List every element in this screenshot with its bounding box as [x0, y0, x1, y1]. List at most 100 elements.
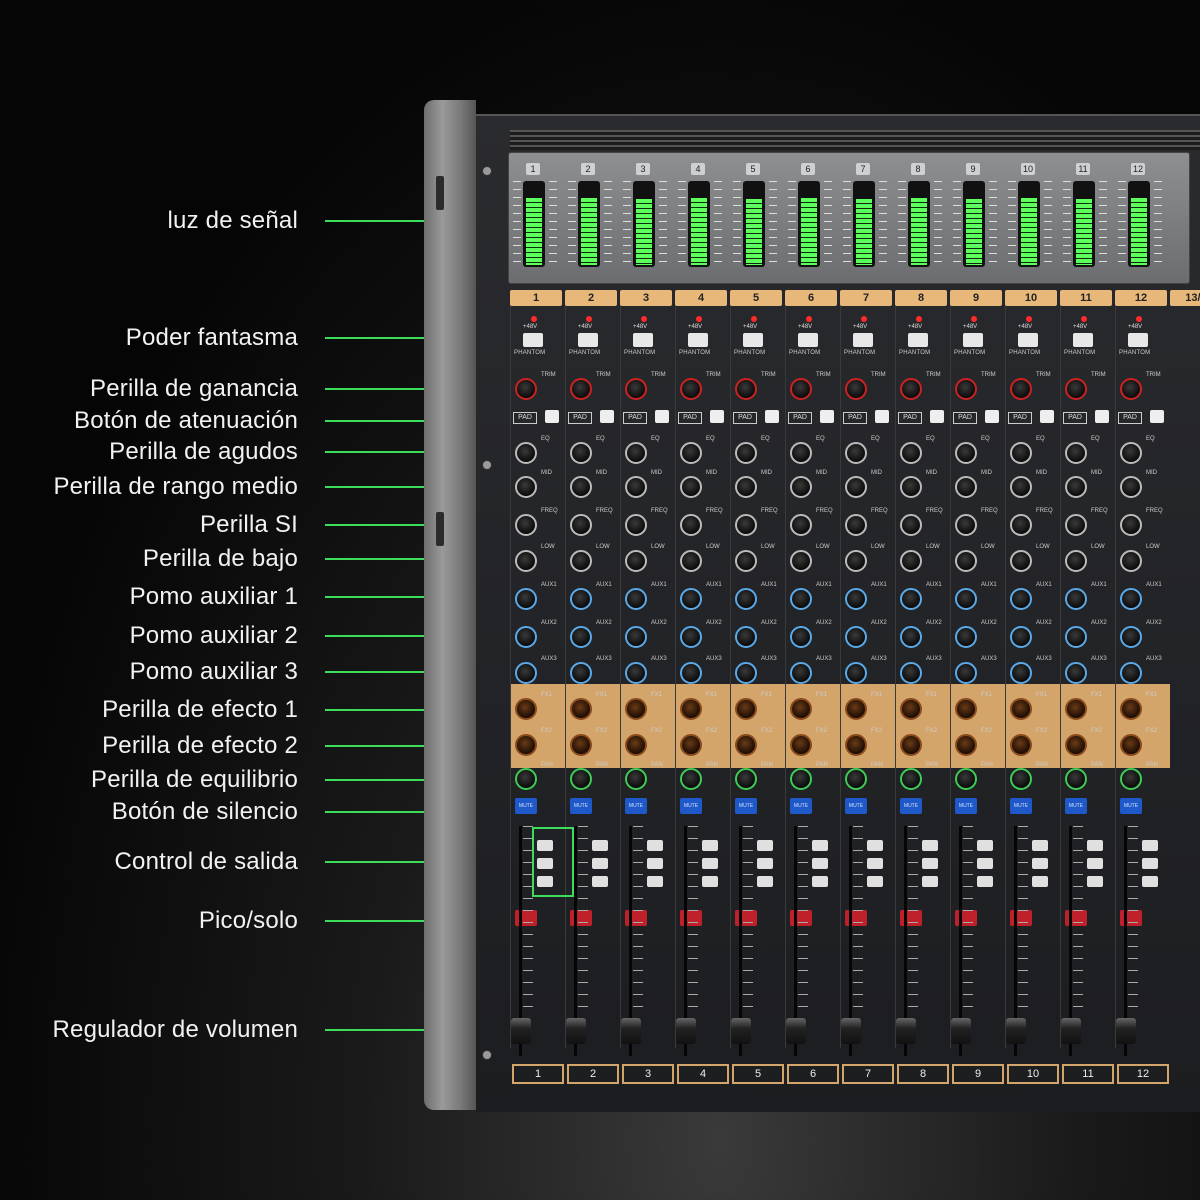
aux2-knob[interactable]	[680, 626, 702, 648]
pad-button[interactable]: PAD	[513, 412, 537, 424]
aux3-knob[interactable]	[900, 662, 922, 684]
pad-button[interactable]: PAD	[843, 412, 867, 424]
pan-knob[interactable]	[955, 768, 977, 790]
bass-knob[interactable]	[570, 550, 592, 572]
output-route-button[interactable]	[922, 858, 938, 869]
aux1-knob[interactable]	[735, 588, 757, 610]
bass-knob[interactable]	[680, 550, 702, 572]
bass-knob[interactable]	[900, 550, 922, 572]
volume-fader[interactable]	[1061, 1018, 1081, 1044]
fx1-knob[interactable]	[900, 698, 922, 720]
output-route-button[interactable]	[647, 876, 663, 887]
aux1-knob[interactable]	[570, 588, 592, 610]
gain-knob[interactable]	[735, 378, 757, 400]
aux2-knob[interactable]	[790, 626, 812, 648]
pad-switch[interactable]	[655, 410, 669, 423]
mute-button[interactable]: MUTE	[1120, 798, 1142, 814]
output-route-button[interactable]	[1142, 876, 1158, 887]
fx1-knob[interactable]	[790, 698, 812, 720]
freq-knob[interactable]	[515, 514, 537, 536]
pan-knob[interactable]	[845, 768, 867, 790]
bass-knob[interactable]	[1120, 550, 1142, 572]
aux3-knob[interactable]	[1120, 662, 1142, 684]
fx2-knob[interactable]	[1065, 734, 1087, 756]
phantom-power-button[interactable]	[908, 333, 928, 347]
freq-knob[interactable]	[1065, 514, 1087, 536]
aux2-knob[interactable]	[1010, 626, 1032, 648]
fx2-knob[interactable]	[735, 734, 757, 756]
mid-knob[interactable]	[1010, 476, 1032, 498]
treble-knob[interactable]	[955, 442, 977, 464]
treble-knob[interactable]	[625, 442, 647, 464]
mute-button[interactable]: MUTE	[1065, 798, 1087, 814]
fx1-knob[interactable]	[1065, 698, 1087, 720]
mute-button[interactable]: MUTE	[515, 798, 537, 814]
output-route-button[interactable]	[812, 876, 828, 887]
aux3-knob[interactable]	[625, 662, 647, 684]
mute-button[interactable]: MUTE	[790, 798, 812, 814]
fx2-knob[interactable]	[515, 734, 537, 756]
output-route-button[interactable]	[1087, 858, 1103, 869]
pad-switch[interactable]	[545, 410, 559, 423]
freq-knob[interactable]	[955, 514, 977, 536]
output-route-button[interactable]	[867, 876, 883, 887]
pad-switch[interactable]	[765, 410, 779, 423]
volume-fader[interactable]	[731, 1018, 751, 1044]
output-route-button[interactable]	[867, 840, 883, 851]
fx2-knob[interactable]	[680, 734, 702, 756]
volume-fader[interactable]	[1116, 1018, 1136, 1044]
gain-knob[interactable]	[845, 378, 867, 400]
output-route-button[interactable]	[1032, 876, 1048, 887]
output-route-button[interactable]	[757, 858, 773, 869]
pad-button[interactable]: PAD	[678, 412, 702, 424]
phantom-power-button[interactable]	[1018, 333, 1038, 347]
pad-button[interactable]: PAD	[1118, 412, 1142, 424]
volume-fader[interactable]	[566, 1018, 586, 1044]
pad-button[interactable]: PAD	[733, 412, 757, 424]
gain-knob[interactable]	[900, 378, 922, 400]
mid-knob[interactable]	[955, 476, 977, 498]
phantom-power-button[interactable]	[1128, 333, 1148, 347]
output-route-button[interactable]	[867, 858, 883, 869]
fx2-knob[interactable]	[1120, 734, 1142, 756]
output-route-button[interactable]	[1087, 840, 1103, 851]
output-route-button[interactable]	[592, 876, 608, 887]
fx1-knob[interactable]	[1010, 698, 1032, 720]
freq-knob[interactable]	[1120, 514, 1142, 536]
phantom-power-button[interactable]	[743, 333, 763, 347]
output-route-button[interactable]	[977, 858, 993, 869]
fx1-knob[interactable]	[735, 698, 757, 720]
output-route-button[interactable]	[757, 840, 773, 851]
mid-knob[interactable]	[570, 476, 592, 498]
gain-knob[interactable]	[680, 378, 702, 400]
pad-switch[interactable]	[875, 410, 889, 423]
aux2-knob[interactable]	[735, 626, 757, 648]
fx2-knob[interactable]	[570, 734, 592, 756]
fx1-knob[interactable]	[1120, 698, 1142, 720]
aux2-knob[interactable]	[1120, 626, 1142, 648]
pad-button[interactable]: PAD	[568, 412, 592, 424]
fx1-knob[interactable]	[515, 698, 537, 720]
output-route-button[interactable]	[1032, 858, 1048, 869]
output-route-button[interactable]	[702, 840, 718, 851]
mute-button[interactable]: MUTE	[900, 798, 922, 814]
mid-knob[interactable]	[735, 476, 757, 498]
volume-fader[interactable]	[676, 1018, 696, 1044]
gain-knob[interactable]	[955, 378, 977, 400]
mid-knob[interactable]	[680, 476, 702, 498]
fx2-knob[interactable]	[955, 734, 977, 756]
aux1-knob[interactable]	[515, 588, 537, 610]
pad-switch[interactable]	[710, 410, 724, 423]
bass-knob[interactable]	[845, 550, 867, 572]
bass-knob[interactable]	[515, 550, 537, 572]
gain-knob[interactable]	[1120, 378, 1142, 400]
treble-knob[interactable]	[735, 442, 757, 464]
pan-knob[interactable]	[570, 768, 592, 790]
aux1-knob[interactable]	[845, 588, 867, 610]
mid-knob[interactable]	[625, 476, 647, 498]
output-route-button[interactable]	[592, 858, 608, 869]
aux3-knob[interactable]	[1010, 662, 1032, 684]
freq-knob[interactable]	[1010, 514, 1032, 536]
fx2-knob[interactable]	[790, 734, 812, 756]
output-route-button[interactable]	[812, 858, 828, 869]
